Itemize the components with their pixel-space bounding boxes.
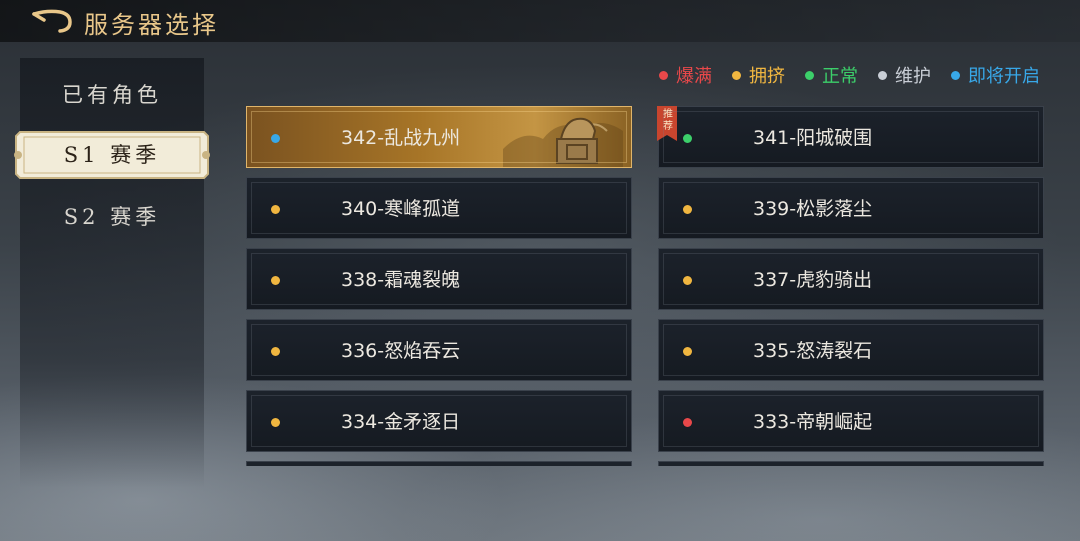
server-card[interactable]: 337-虎豹骑出 <box>658 248 1044 310</box>
sidebar-item-label: S1 赛季 <box>63 143 161 167</box>
server-card[interactable]: 338-霜魂裂魄 <box>246 248 632 310</box>
sidebar-item-label: S2 赛季 <box>63 205 161 229</box>
server-name: 338-霜魂裂魄 <box>341 269 461 291</box>
legend-label: 维护 <box>895 66 931 87</box>
status-dot-icon <box>683 276 692 285</box>
status-dot-icon <box>683 347 692 356</box>
status-dot-icon <box>683 418 692 427</box>
server-name: 342-乱战九州 <box>341 127 461 149</box>
status-legend: 爆满 拥挤 正常 维护 即将开启 <box>659 62 1040 88</box>
season-sidebar: 已有角色 S1 赛季 S2 赛季 <box>14 58 210 488</box>
server-name: 334-金矛逐日 <box>341 411 461 433</box>
server-name: 339-松影落尘 <box>753 198 873 220</box>
status-dot-icon <box>271 134 280 143</box>
legend-normal: 正常 <box>805 62 858 88</box>
server-name: 335-怒涛裂石 <box>753 340 873 362</box>
status-dot-icon <box>683 205 692 214</box>
status-dot-icon <box>271 347 280 356</box>
status-dot-icon <box>805 70 814 80</box>
status-dot-icon <box>732 70 741 80</box>
status-dot-icon <box>271 418 280 427</box>
server-card[interactable]: 340-寒峰孤道 <box>246 177 632 239</box>
sidebar-item-label: 已有角色 <box>62 83 162 107</box>
status-dot-icon <box>951 70 960 80</box>
server-card-partial[interactable] <box>658 461 1044 466</box>
legend-crowded: 拥挤 <box>732 62 785 88</box>
server-list: 342-乱战九州 推荐 341-阳城破围 340-寒峰孤道 339-松影落尘 3… <box>246 106 1046 466</box>
legend-label: 爆满 <box>676 66 712 87</box>
server-card[interactable]: 335-怒涛裂石 <box>658 319 1044 381</box>
status-dot-icon <box>683 134 692 143</box>
legend-label: 正常 <box>822 66 858 87</box>
status-dot-icon <box>271 205 280 214</box>
server-card[interactable]: 339-松影落尘 <box>658 177 1044 239</box>
imperial-seal-icon <box>503 117 623 167</box>
server-name: 337-虎豹骑出 <box>753 269 873 291</box>
sidebar-item-existing-roles[interactable]: 已有角色 <box>20 70 204 120</box>
server-name: 341-阳城破围 <box>753 127 873 149</box>
server-card[interactable]: 336-怒焰吞云 <box>246 319 632 381</box>
sidebar-item-s2-season[interactable]: S2 赛季 <box>20 192 204 242</box>
top-bar: 服务器选择 <box>0 0 1080 42</box>
server-card[interactable]: 333-帝朝崛起 <box>658 390 1044 452</box>
server-card[interactable]: 334-金矛逐日 <box>246 390 632 452</box>
legend-maintenance: 维护 <box>878 62 931 88</box>
legend-label: 即将开启 <box>968 66 1040 87</box>
server-card[interactable]: 推荐 341-阳城破围 <box>657 106 1044 168</box>
status-dot-icon <box>878 70 887 80</box>
back-arrow-icon[interactable] <box>30 8 74 34</box>
page-title: 服务器选择 <box>84 11 219 39</box>
legend-coming-soon: 即将开启 <box>951 62 1040 88</box>
server-name: 336-怒焰吞云 <box>341 340 461 362</box>
status-dot-icon <box>659 70 668 80</box>
server-name: 333-帝朝崛起 <box>753 411 873 433</box>
recommend-badge: 推荐 <box>663 109 673 132</box>
legend-full: 爆满 <box>659 62 712 88</box>
status-dot-icon <box>271 276 280 285</box>
sidebar-item-s1-season[interactable]: S1 赛季 <box>20 130 204 180</box>
server-name: 340-寒峰孤道 <box>341 198 461 220</box>
server-card[interactable]: 342-乱战九州 <box>246 106 632 168</box>
server-card-partial[interactable] <box>246 461 632 466</box>
legend-label: 拥挤 <box>749 66 785 87</box>
